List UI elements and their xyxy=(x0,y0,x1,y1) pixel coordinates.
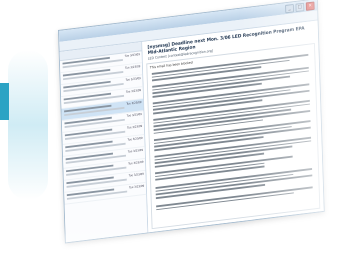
list-item-date: Tue 3/23/09 xyxy=(128,171,144,178)
close-icon[interactable]: × xyxy=(305,1,315,11)
minimize-icon[interactable]: _ xyxy=(285,3,294,14)
list-item-date: Tue 3/23/09 xyxy=(124,52,141,58)
list-item-date: Tue 3/23/09 xyxy=(127,148,144,154)
reading-pane: [nysmsg] Deadline next Mon. 3/06 LED Rec… xyxy=(142,20,324,233)
list-item-date: Tue 3/23/09 xyxy=(127,136,143,142)
list-item-date: Tue 3/23/09 xyxy=(128,159,144,166)
list-item-date: Tue 3/23/09 xyxy=(127,124,143,130)
email-client-screenshot: _ □ × Tue 3/23/09 Tue 3/23/09 Tue 3/23/0… xyxy=(0,0,341,263)
list-item-date: Tue 3/23/09 xyxy=(125,76,141,82)
message-list: Tue 3/23/09 Tue 3/23/09 Tue 3/23/09 Tue … xyxy=(59,41,149,243)
list-item-date: Tue 3/23/09 xyxy=(126,100,142,106)
maximize-icon[interactable]: □ xyxy=(295,2,305,13)
email-window: _ □ × Tue 3/23/09 Tue 3/23/09 Tue 3/23/0… xyxy=(58,0,325,244)
list-item-date: Tue 3/23/09 xyxy=(126,112,142,118)
list-item-date: Tue 3/23/09 xyxy=(128,183,145,190)
screenshot-stage: _ □ × Tue 3/23/09 Tue 3/23/09 Tue 3/23/0… xyxy=(0,0,341,263)
message-body: This email has been blocked xyxy=(146,42,321,230)
list-item-date: Tue 3/23/09 xyxy=(125,64,141,70)
list-item-date: Tue 3/23/09 xyxy=(125,88,142,94)
